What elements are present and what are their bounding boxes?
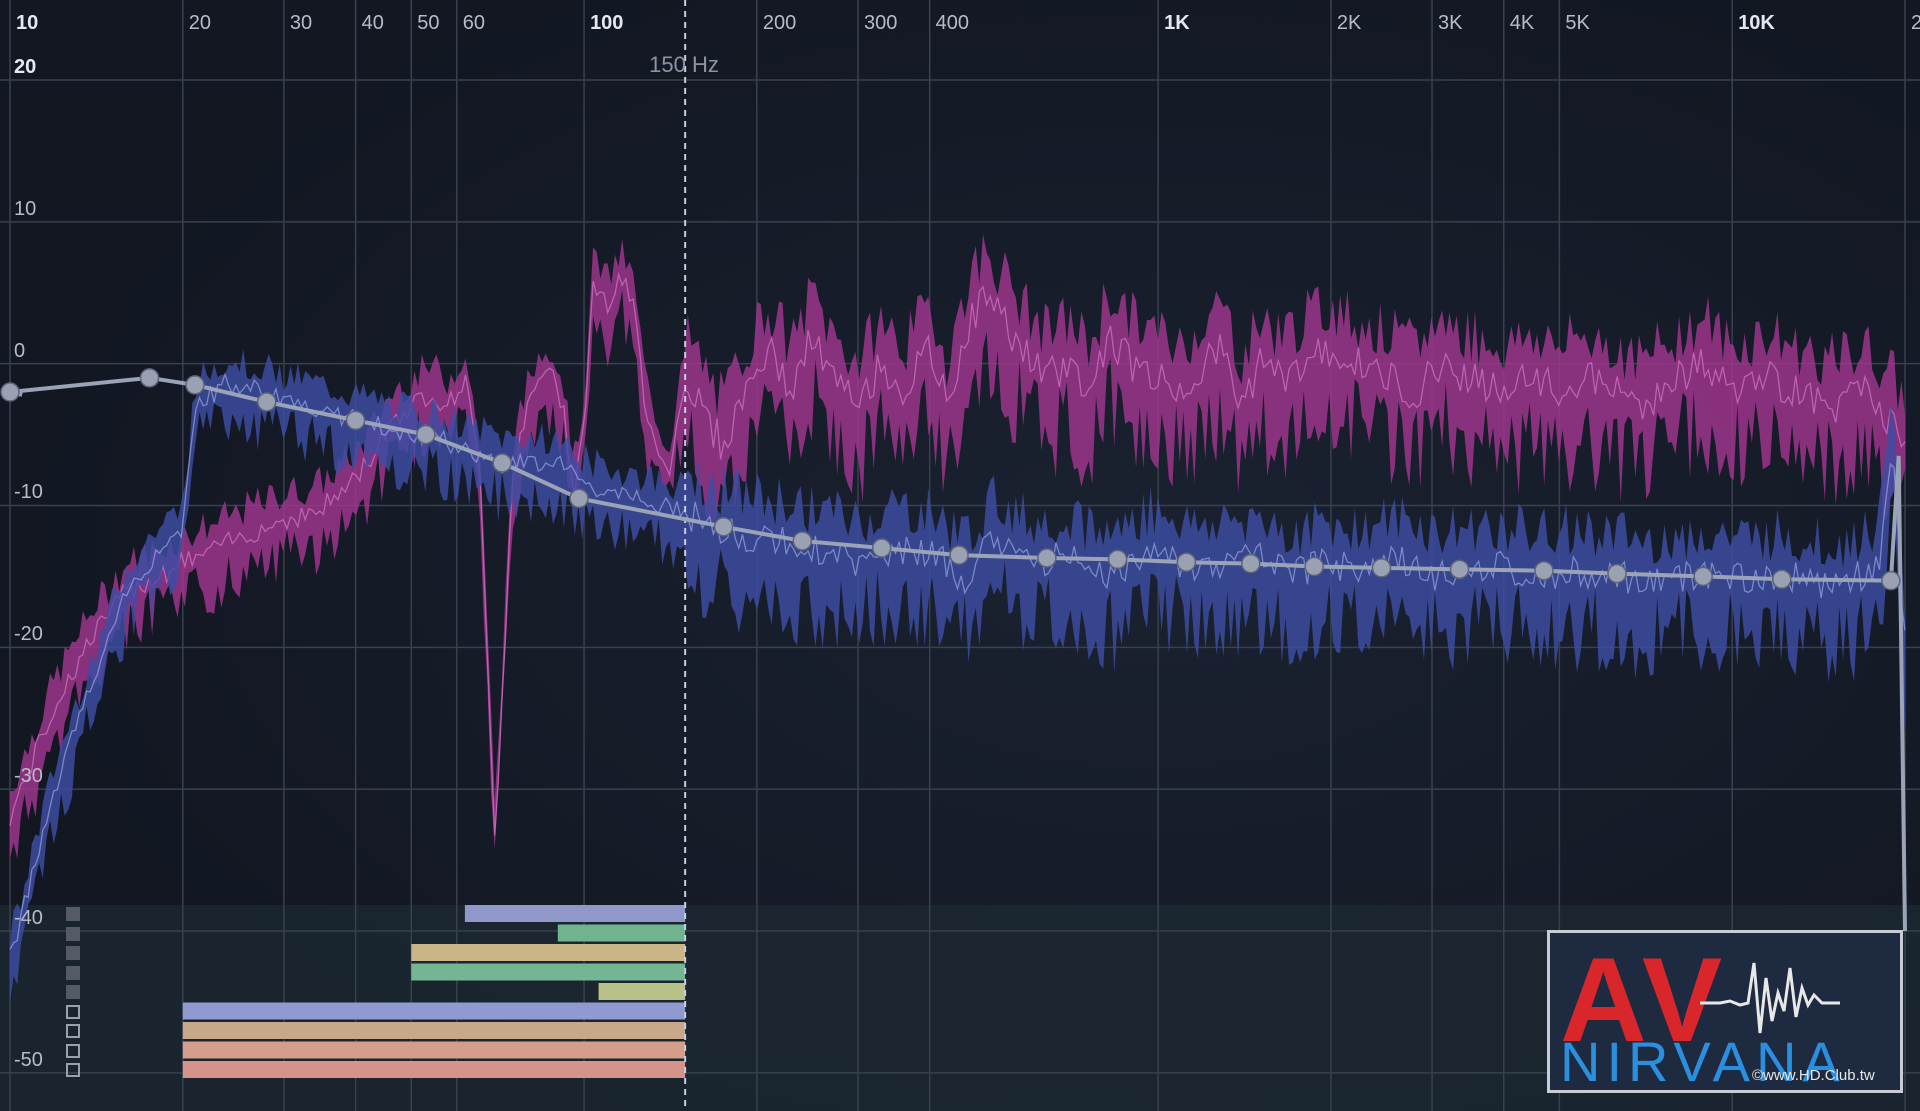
room-correction-graph: 1020304050601002003004001K2K3K4K5K10K20K… <box>0 0 1920 1111</box>
y-tick-label: 10 <box>14 197 37 220</box>
target-node[interactable] <box>1772 569 1792 589</box>
target-node[interactable] <box>139 368 160 388</box>
y-tick-label: -30 <box>14 765 43 788</box>
target-node[interactable] <box>0 382 20 402</box>
filter-bar-toggle[interactable] <box>66 985 80 999</box>
cursor-frequency-label: 150 Hz <box>649 52 719 77</box>
x-tick-label: 20K <box>1911 12 1920 34</box>
x-tick-label: 60 <box>462 12 485 34</box>
x-tick-label: 200 <box>762 12 797 34</box>
y-tick-label: -50 <box>14 1048 43 1071</box>
logo-credit-text: ©www.HD.Club.tw <box>1752 1067 1875 1084</box>
filter-bar-toggle[interactable] <box>66 946 80 960</box>
filter-bar <box>464 905 686 922</box>
x-tick-label: 4K <box>1509 12 1535 34</box>
x-tick-label: 30 <box>289 12 313 34</box>
target-node[interactable] <box>1607 563 1627 584</box>
x-tick-label: 100 <box>590 12 624 34</box>
target-node[interactable] <box>1449 559 1470 580</box>
target-node[interactable] <box>1881 570 1901 591</box>
target-node[interactable] <box>1371 558 1392 578</box>
filter-bar-toggle[interactable] <box>66 926 80 941</box>
target-node[interactable] <box>1693 566 1713 587</box>
target-node[interactable] <box>792 531 813 551</box>
x-tick-label: 10K <box>1738 12 1775 34</box>
target-node[interactable] <box>949 545 969 565</box>
filter-bar-toggle[interactable] <box>66 1063 80 1077</box>
filter-bar <box>411 944 686 961</box>
target-node[interactable] <box>1176 552 1197 572</box>
filter-bar <box>182 1002 686 1020</box>
target-node[interactable] <box>1107 549 1128 570</box>
target-node[interactable] <box>871 538 892 558</box>
filter-bar-toggle[interactable] <box>66 965 80 980</box>
filter-bar <box>182 1061 686 1078</box>
filter-bar-toggle[interactable] <box>66 1043 80 1058</box>
target-node[interactable] <box>1241 553 1261 574</box>
target-node[interactable] <box>492 453 512 473</box>
y-tick-label: 20 <box>14 56 37 78</box>
filter-bar <box>557 924 686 942</box>
filter-bar <box>411 963 686 981</box>
x-tick-label: 1K <box>1164 12 1190 34</box>
x-tick-label: 50 <box>417 12 440 34</box>
y-tick-label: -20 <box>14 623 43 646</box>
target-node[interactable] <box>1534 560 1554 581</box>
filter-bar-toggle[interactable] <box>66 1004 80 1019</box>
target-node[interactable] <box>185 375 205 395</box>
target-node[interactable] <box>569 488 589 509</box>
target-node[interactable] <box>256 392 277 412</box>
filter-bar-toggle[interactable] <box>66 1024 80 1038</box>
filter-bar <box>182 1022 686 1039</box>
x-tick-label: 400 <box>935 12 970 34</box>
x-tick-label: 10 <box>16 12 39 34</box>
target-node[interactable] <box>1304 556 1324 577</box>
x-tick-label: 40 <box>361 12 384 34</box>
y-tick-label: -10 <box>14 481 43 504</box>
x-tick-label: 2K <box>1336 12 1362 34</box>
target-node[interactable] <box>345 410 366 431</box>
filter-bar <box>182 1041 686 1059</box>
x-tick-label: 300 <box>863 12 898 34</box>
x-tick-label: 20 <box>188 12 212 34</box>
x-tick-label: 3K <box>1438 12 1463 34</box>
filter-bar-toggle[interactable] <box>66 907 80 921</box>
target-node[interactable] <box>416 424 436 445</box>
y-tick-label: 0 <box>14 339 26 362</box>
filter-bar <box>598 983 686 1000</box>
target-node[interactable] <box>1037 548 1057 568</box>
target-node[interactable] <box>713 517 734 537</box>
x-tick-label: 5K <box>1565 12 1590 34</box>
y-tick-label: -40 <box>14 906 43 929</box>
